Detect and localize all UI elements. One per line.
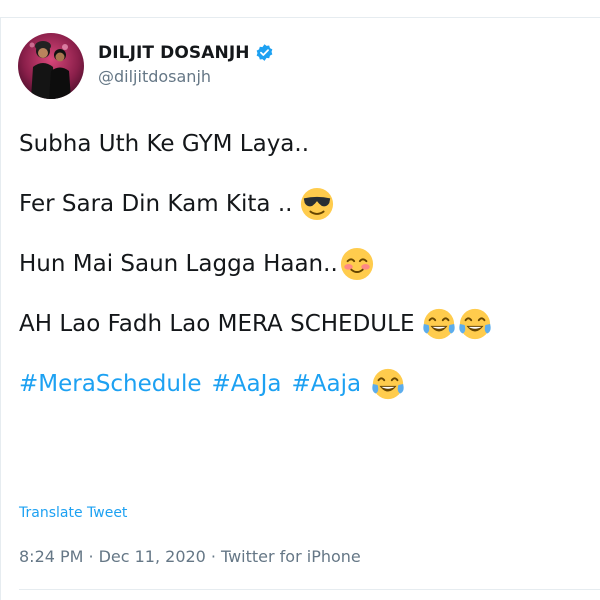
meta-separator: · xyxy=(88,547,94,566)
bottom-divider xyxy=(19,589,600,590)
tweet-metadata: 8:24 PM · Dec 11, 2020 · Twitter for iPh… xyxy=(19,547,361,566)
author-names: DILJIT DOSANJH @diljitdosanjh xyxy=(98,43,274,86)
blush-emoji-icon xyxy=(340,247,374,281)
tweet-line-text: Subha Uth Ke GYM Laya.. xyxy=(19,131,310,157)
tears-of-joy-emoji-icon xyxy=(371,367,405,401)
tweet-header: DILJIT DOSANJH @diljitdosanjh xyxy=(18,33,274,99)
tears-of-joy-emoji-icon xyxy=(458,307,492,341)
left-divider xyxy=(0,17,1,600)
tweet-line-text: Hun Mai Saun Lagga Haan.. xyxy=(19,251,338,277)
top-divider xyxy=(0,17,600,18)
tweet-line-1: Subha Uth Ke GYM Laya.. xyxy=(19,122,599,166)
avatar[interactable] xyxy=(18,33,84,99)
name-row: DILJIT DOSANJH xyxy=(98,43,274,63)
sunglasses-emoji-icon xyxy=(300,187,334,221)
tears-of-joy-emoji-icon xyxy=(422,307,456,341)
tweet-line-text: AH Lao Fadh Lao MERA SCHEDULE xyxy=(19,311,415,337)
display-name[interactable]: DILJIT DOSANJH xyxy=(98,43,250,63)
meta-separator: · xyxy=(210,547,216,566)
tweet-line-3: Hun Mai Saun Lagga Haan.. xyxy=(19,242,599,286)
tweet-body: Subha Uth Ke GYM Laya.. Fer Sara Din Kam… xyxy=(19,122,599,406)
tweet-date[interactable]: Dec 11, 2020 xyxy=(99,547,206,566)
tweet-source[interactable]: Twitter for iPhone xyxy=(221,547,361,566)
tweet-line-2: Fer Sara Din Kam Kita .. xyxy=(19,182,599,226)
tweet-line-4: AH Lao Fadh Lao MERA SCHEDULE xyxy=(19,302,599,346)
handle[interactable]: @diljitdosanjh xyxy=(98,67,274,86)
tweet-line-text: Fer Sara Din Kam Kita .. xyxy=(19,191,293,217)
translate-tweet-link[interactable]: Translate Tweet xyxy=(19,505,127,521)
tweet-time[interactable]: 8:24 PM xyxy=(19,547,83,566)
hashtags-row: #MeraSchedule #AaJa #Aaja xyxy=(19,362,599,406)
hashtag-link[interactable]: #AaJa xyxy=(212,362,282,406)
tweet-card: DILJIT DOSANJH @diljitdosanjh Subha Uth … xyxy=(0,0,600,600)
hashtag-link[interactable]: #Aaja xyxy=(292,362,362,406)
hashtag-link[interactable]: #MeraSchedule xyxy=(19,362,202,406)
verified-badge-icon xyxy=(255,43,274,62)
